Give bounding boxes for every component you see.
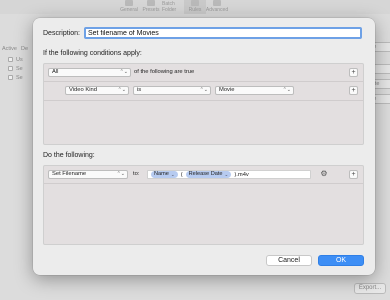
condition-operator-popup[interactable]: is ⌃⌄ [133, 86, 211, 95]
condition-operator-value: is [137, 87, 142, 93]
tab-batch-folder[interactable]: Batch Folder [162, 0, 184, 14]
rule-name: Us [16, 56, 23, 63]
condition-field-value: Video Kind [69, 87, 97, 93]
description-label: Description: [43, 29, 80, 37]
to-label: to: [133, 171, 140, 177]
ok-button[interactable]: OK [318, 255, 364, 266]
open-paren: ( [180, 171, 183, 178]
filename-suffix: ).m4v [234, 171, 249, 178]
advanced-icon [213, 0, 221, 6]
condition-field-popup[interactable]: Video Kind ⌃⌄ [65, 86, 129, 95]
chevron-down-icon: ⌄ [224, 172, 229, 177]
rules-icon [191, 0, 199, 6]
conditions-box: All ⌃⌄ of the following are true + Video… [43, 63, 364, 145]
column-header-description: De [20, 46, 29, 52]
general-icon [125, 0, 133, 6]
popup-arrows-icon: ⌃⌄ [116, 171, 125, 177]
divider [44, 100, 363, 101]
presets-icon [147, 0, 155, 6]
tab-label: Batch Folder [162, 1, 177, 13]
match-popup-value: All [52, 69, 59, 75]
token-label: Name [154, 171, 169, 177]
condition-value-popup[interactable]: Movie ⌃⌄ [215, 86, 294, 95]
condition-value: Movie [219, 87, 235, 93]
add-condition-group-button[interactable]: + [349, 68, 358, 77]
match-popup[interactable]: All ⌃⌄ [48, 68, 131, 77]
add-action-button[interactable]: + [349, 170, 358, 179]
popup-arrows-icon: ⌃⌄ [199, 87, 208, 93]
popup-arrows-icon: ⌃⌄ [119, 69, 128, 75]
export-button[interactable]: Export... [354, 283, 386, 294]
conditions-label: If the following conditions apply: [43, 50, 142, 57]
active-checkbox[interactable] [8, 66, 13, 71]
release-date-token[interactable]: Release Date ⌄ [185, 171, 232, 178]
column-header-active: Active [2, 46, 17, 52]
popup-arrows-icon: ⌃⌄ [282, 87, 291, 93]
tab-advanced[interactable]: Advanced [206, 0, 228, 14]
actions-box: Set Filename ⌃⌄ to: Name ⌄ ( Release Date… [43, 165, 364, 245]
description-row: Description: [43, 27, 362, 39]
tab-label: Advanced [205, 7, 229, 13]
tab-general[interactable]: General [118, 0, 140, 14]
tab-rules[interactable]: Rules [184, 0, 206, 14]
tab-label: General [120, 7, 138, 13]
toolbar-tabs: General Presets Batch Folder Rules Advan… [118, 0, 228, 14]
chevron-down-icon: ⌄ [170, 172, 175, 177]
divider [44, 81, 363, 82]
action-type-value: Set Filename [52, 171, 87, 177]
active-checkbox[interactable] [8, 75, 13, 80]
gear-icon[interactable]: ⚙ [320, 170, 328, 178]
tab-label: Presets [142, 7, 160, 13]
actions-label: Do the following: [43, 152, 95, 159]
active-checkbox[interactable] [8, 57, 13, 62]
cancel-button[interactable]: Cancel [266, 255, 312, 266]
add-condition-button[interactable]: + [349, 86, 358, 95]
action-type-popup[interactable]: Set Filename ⌃⌄ [48, 170, 128, 179]
match-suffix: of the following are true [134, 69, 195, 75]
token-label: Release Date [188, 171, 223, 177]
rule-name: Se [16, 74, 23, 81]
divider [44, 183, 363, 184]
rule-name: Se [16, 65, 23, 72]
popup-arrows-icon: ⌃⌄ [117, 87, 126, 93]
filename-token-field[interactable]: Name ⌄ ( Release Date ⌄ ).m4v [147, 170, 311, 179]
name-token[interactable]: Name ⌄ [151, 171, 178, 178]
rule-editor-sheet: Description: If the following conditions… [33, 18, 375, 275]
tab-presets[interactable]: Presets [140, 0, 162, 14]
tab-label: Rules [188, 7, 202, 13]
description-input[interactable] [83, 27, 362, 39]
